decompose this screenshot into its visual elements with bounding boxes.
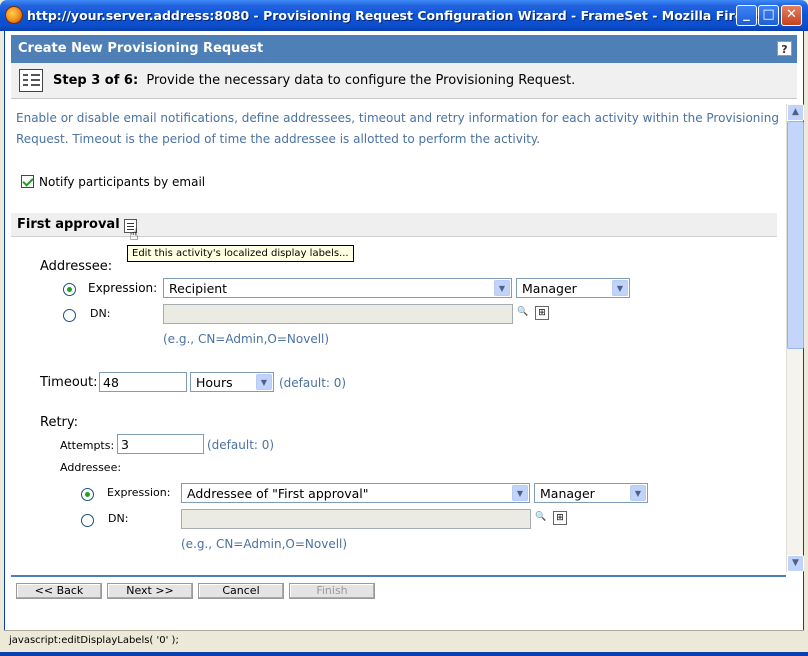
chevron-down-icon: ▼ bbox=[630, 485, 646, 501]
browser-window: http://your.server.address:8080 - Provis… bbox=[0, 0, 808, 656]
dn-hint: (e.g., CN=Admin,O=Novell) bbox=[163, 332, 330, 346]
retry-expression-label: Expression: bbox=[107, 486, 171, 499]
object-history-icon[interactable]: ⊞ bbox=[553, 511, 567, 525]
timeout-label: Timeout: bbox=[40, 375, 98, 390]
dn-radio[interactable] bbox=[63, 309, 76, 322]
retry-relationship-value: Manager bbox=[540, 486, 595, 501]
chevron-down-icon: ▼ bbox=[494, 280, 510, 296]
step-bar: Step 3 of 6: Provide the necessary data … bbox=[11, 63, 797, 99]
search-icon[interactable]: 🔍 bbox=[516, 306, 530, 320]
firefox-icon bbox=[5, 6, 23, 24]
relationship-value: Manager bbox=[522, 281, 577, 296]
attempts-label: Attempts: bbox=[60, 439, 115, 452]
cancel-button[interactable]: Cancel bbox=[198, 583, 284, 599]
window-border bbox=[0, 652, 808, 656]
wizard-step-icon bbox=[19, 69, 43, 92]
retry-dn-radio[interactable] bbox=[81, 514, 94, 527]
expression-radio[interactable] bbox=[63, 283, 76, 296]
timeout-unit-select[interactable]: Hours ▼ bbox=[190, 372, 274, 392]
step-number: Step 3 of 6: bbox=[53, 73, 139, 88]
retry-dn-field[interactable] bbox=[181, 509, 531, 529]
close-window-button[interactable]: ✕ bbox=[781, 5, 802, 26]
edit-labels-tooltip: Edit this activity's localized display l… bbox=[127, 245, 354, 262]
timeout-unit-value: Hours bbox=[196, 375, 233, 390]
hand-cursor-icon: ☝ bbox=[129, 225, 139, 244]
activity-name: First approval bbox=[17, 217, 120, 232]
retry-expression-select[interactable]: Addressee of "First approval" ▼ bbox=[181, 483, 530, 503]
relationship-select[interactable]: Manager ▼ bbox=[516, 278, 630, 298]
retry-heading: Retry: bbox=[40, 415, 79, 430]
retry-dn-hint: (e.g., CN=Admin,O=Novell) bbox=[181, 537, 348, 551]
next-button[interactable]: Next >> bbox=[107, 583, 193, 599]
retry-dn-label: DN: bbox=[108, 512, 129, 525]
help-icon[interactable]: ? bbox=[777, 41, 792, 56]
search-icon[interactable]: 🔍 bbox=[534, 511, 548, 525]
scroll-down-icon[interactable]: ▼ bbox=[787, 555, 804, 572]
timeout-default: (default: 0) bbox=[279, 376, 347, 390]
title-host: http://your.server.address:8080 bbox=[27, 8, 250, 23]
chevron-down-icon: ▼ bbox=[256, 374, 272, 390]
dn-label: DN: bbox=[90, 307, 111, 320]
activity-section-header: First approval ☝ bbox=[11, 213, 777, 244]
retry-relationship-select[interactable]: Manager ▼ bbox=[534, 483, 648, 503]
addressee-heading: Addressee: bbox=[40, 259, 113, 274]
maximize-button[interactable]: □ bbox=[758, 5, 779, 26]
scroll-up-icon[interactable]: ▲ bbox=[787, 104, 804, 121]
attempts-default: (default: 0) bbox=[207, 438, 275, 452]
dn-field[interactable] bbox=[163, 304, 513, 324]
retry-expression-radio[interactable] bbox=[81, 488, 94, 501]
window-title: http://your.server.address:8080 - Provis… bbox=[27, 8, 765, 23]
notify-label: Notify participants by email bbox=[39, 175, 206, 189]
wizard-title: Create New Provisioning Request bbox=[18, 41, 264, 56]
attempts-field[interactable]: 3 bbox=[117, 434, 204, 454]
expression-select[interactable]: Recipient ▼ bbox=[163, 278, 512, 298]
back-button[interactable]: << Back bbox=[16, 583, 102, 599]
chevron-down-icon: ▼ bbox=[512, 485, 528, 501]
status-bar: javascript:editDisplayLabels( '0' ); bbox=[4, 630, 804, 652]
scroll-thumb[interactable] bbox=[787, 121, 804, 349]
step-description: Provide the necessary data to configure … bbox=[146, 73, 576, 88]
vertical-scrollbar[interactable]: ▲ ▼ bbox=[786, 104, 804, 572]
retry-addressee-label: Addressee: bbox=[60, 461, 122, 474]
wizard-content: Enable or disable email notifications, d… bbox=[11, 104, 786, 572]
expression-label: Expression: bbox=[88, 281, 158, 295]
wizard-header: Create New Provisioning Request ? bbox=[11, 35, 797, 63]
finish-button[interactable]: Finish bbox=[289, 583, 375, 599]
instructions-text: Enable or disable email notifications, d… bbox=[16, 111, 779, 146]
title-rest: - Provisioning Request Configuration Wiz… bbox=[249, 8, 766, 23]
minimize-button[interactable]: _ bbox=[736, 5, 757, 26]
chevron-down-icon: ▼ bbox=[612, 280, 628, 296]
object-history-icon[interactable]: ⊞ bbox=[535, 306, 549, 320]
title-bar[interactable]: http://your.server.address:8080 - Provis… bbox=[0, 0, 808, 31]
step-indicator: Step 3 of 6: Provide the necessary data … bbox=[53, 73, 575, 88]
footer-divider bbox=[11, 575, 786, 577]
timeout-field[interactable]: 48 bbox=[99, 372, 187, 392]
expression-value: Recipient bbox=[169, 281, 228, 296]
retry-expression-value: Addressee of "First approval" bbox=[187, 486, 369, 501]
notify-checkbox[interactable] bbox=[21, 175, 34, 188]
